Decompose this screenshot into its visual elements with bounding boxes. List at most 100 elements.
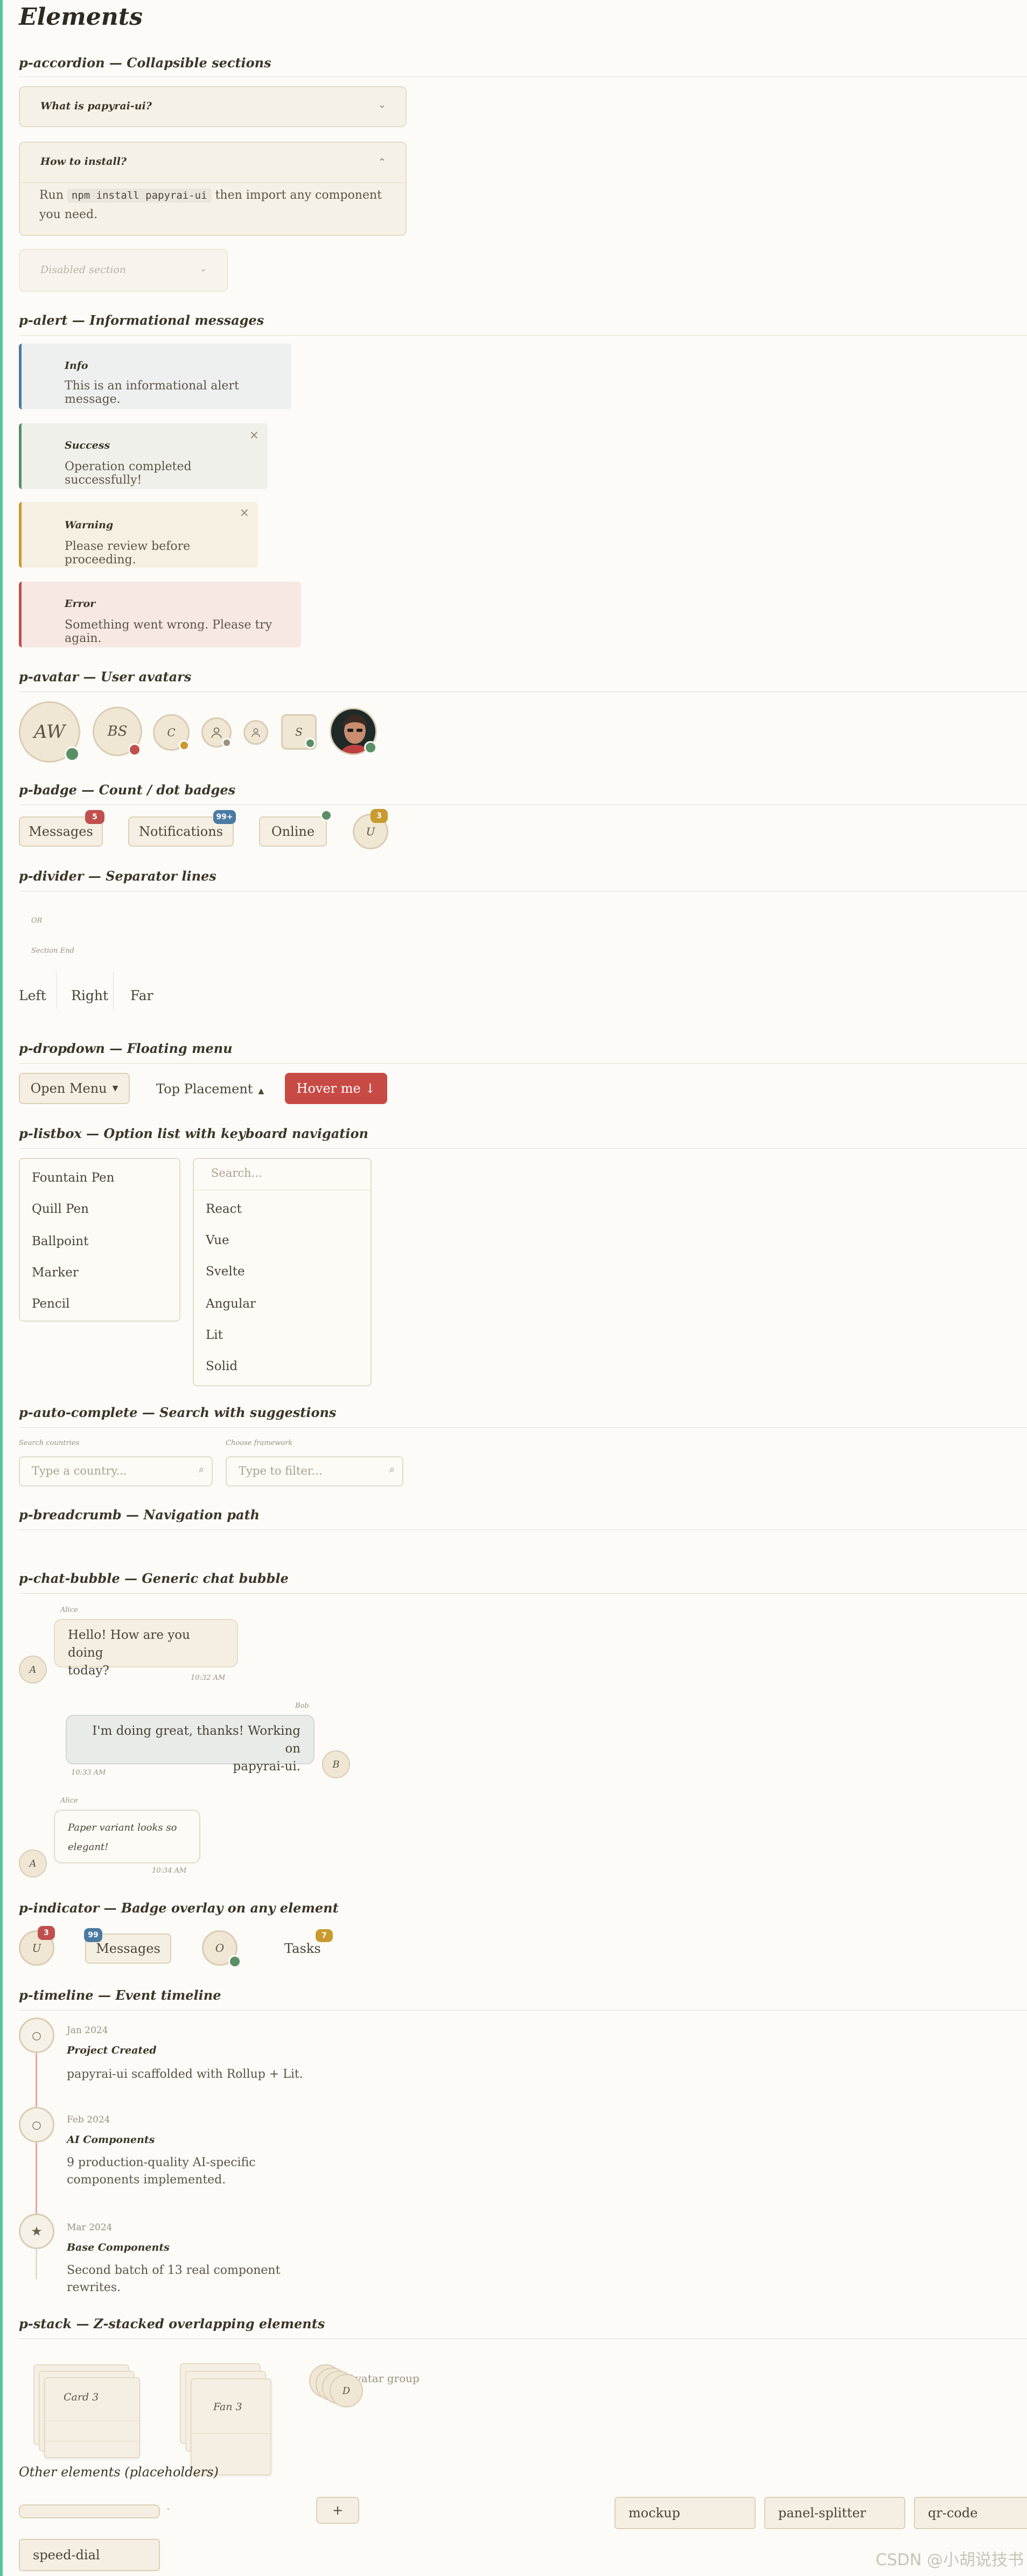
chat-bubble-received: Hello! How are you doing today? [54, 1619, 238, 1678]
count-badge: 3 [371, 809, 388, 823]
section-divider [19, 335, 1027, 336]
timeline-description: papyrai-ui scaffolded with Rollup + Lit. [67, 2068, 303, 2081]
list-item[interactable]: Ballpoint [32, 1234, 88, 1248]
chevron-up-icon: ⌃ [378, 157, 386, 168]
status-dot [65, 746, 80, 762]
list-item[interactable]: Svelte [206, 1265, 245, 1279]
search-icon: ⌕ [198, 1464, 204, 1475]
alert-error: Error Something went wrong. Please try a… [19, 582, 301, 647]
list-item[interactable]: Lit [206, 1328, 223, 1342]
accordion-body: Run npm install papyrai-ui then import a… [39, 186, 395, 225]
chat-avatar: A [19, 1656, 47, 1684]
alert-heading: p-alert — Informational messages [19, 312, 264, 328]
divider-section-end-label: Section End [31, 947, 74, 955]
list-item[interactable]: React [206, 1202, 242, 1216]
alert-message: Please review before proceeding. [65, 540, 191, 567]
timeline-heading: p-timeline — Event timeline [19, 1987, 221, 2003]
caret-up-icon: ▲ [258, 1087, 264, 1095]
alert-title: Info [65, 360, 88, 372]
dropdown-heading: p-dropdown — Floating menu [19, 1041, 233, 1056]
accordion-item-collapsed[interactable]: What is papyrai-ui? ⌄ [19, 86, 407, 127]
section-divider [19, 76, 1027, 77]
watermark: CSDN @小胡说技书 [875, 2551, 1024, 2570]
avatar-xs [243, 720, 268, 745]
country-search-input[interactable]: Type a country... ⌕ [19, 1456, 213, 1486]
chat-timestamp: 10:34 AM [152, 1867, 187, 1875]
alert-success: Success Operation completed successfully… [19, 423, 268, 489]
stack-card-3: Card 3 [44, 2377, 140, 2458]
timeline-description: Second batch of 13 real component rewrite… [67, 2264, 281, 2294]
dash-label: - [167, 2503, 170, 2514]
listbox-search-input[interactable]: Search... [194, 1159, 371, 1190]
list-item[interactable]: Angular [206, 1297, 256, 1311]
status-dot [179, 740, 190, 751]
list-item[interactable]: Marker [32, 1266, 79, 1280]
hover-menu-button[interactable]: Hover me ↓ [285, 1073, 387, 1104]
list-item[interactable]: Quill Pen [32, 1202, 89, 1216]
accordion-item-disabled: Disabled section ⌄ [19, 249, 228, 292]
section-divider [19, 1148, 1027, 1149]
fan-card-label: Fan 3 [213, 2401, 242, 2413]
divider-heading: p-divider — Separator lines [19, 868, 216, 884]
chat-timestamp: 10:33 AM [71, 1769, 106, 1777]
mockup-placeholder: mockup [614, 2497, 756, 2529]
chat-avatar: A [19, 1849, 47, 1877]
alert-message: Operation completed successfully! [65, 460, 192, 487]
caret-down-icon: ▼ [112, 1084, 118, 1093]
alert-message: Something went wrong. Please try again. [65, 618, 273, 645]
alert-info: Info This is an informational alert mess… [19, 344, 291, 409]
accordion-item-title: What is papyrai-ui? [40, 100, 152, 112]
framework-search-input[interactable]: Type to filter... ⌕ [226, 1456, 403, 1486]
status-dot [228, 1955, 241, 1968]
accordion-body-pre: Run [39, 189, 64, 202]
accordion-item-title: Disabled section [40, 264, 127, 276]
alert-title: Error [65, 598, 96, 610]
list-item[interactable]: Fountain Pen [32, 1171, 114, 1185]
timeline-description: 9 production-quality AI-specific componen… [67, 2156, 256, 2187]
alert-warning: Warning Please review before proceeding.… [19, 502, 258, 568]
online-button[interactable]: Online [259, 816, 327, 847]
accordion-body-post: then import any component [215, 189, 382, 202]
open-menu-button[interactable]: Open Menu ▼ [19, 1073, 130, 1104]
close-icon[interactable]: × [249, 429, 259, 442]
timeline-title: Project Created [67, 2044, 157, 2056]
stack-card-label: Card 3 [64, 2391, 99, 2403]
section-divider [19, 1063, 1027, 1064]
timeline-date: Feb 2024 [67, 2114, 110, 2125]
accordion-item-expanded[interactable]: How to install? ⌃ Run npm install papyra… [19, 142, 407, 236]
list-item[interactable]: Solid [206, 1359, 237, 1373]
qr-code-placeholder: qr-code [914, 2497, 1027, 2529]
chat-heading: p-chat-bubble — Generic chat bubble [19, 1570, 289, 1586]
list-item[interactable]: Pencil [32, 1297, 69, 1311]
timeline-marker: ○ [19, 2017, 54, 2053]
chat-sender: Bob [295, 1702, 309, 1710]
divider-inline-far: Far [130, 988, 153, 1003]
alert-title: Warning [65, 519, 114, 531]
divider-or-label: OR [31, 917, 43, 925]
progress-placeholder [19, 2504, 160, 2518]
count-badge: 5 [85, 810, 104, 824]
divider-inline-right: Right [71, 988, 108, 1003]
user-icon [251, 728, 261, 737]
count-badge: 99+ [213, 810, 236, 824]
close-icon[interactable]: × [240, 506, 249, 520]
accordion-heading: p-accordion — Collapsible sections [19, 55, 271, 71]
other-heading: Other elements (placeholders) [19, 2465, 219, 2480]
card-line [192, 2433, 270, 2434]
search-icon: ⌕ [389, 1464, 395, 1475]
status-dot [128, 743, 141, 756]
vertical-divider [113, 972, 114, 1009]
chat-avatar: B [322, 1750, 350, 1778]
timeline-title: Base Components [67, 2242, 170, 2253]
listbox-pens: Fountain Pen Quill Pen Ballpoint Marker … [19, 1158, 180, 1322]
list-item[interactable]: Vue [206, 1233, 229, 1247]
plus-button[interactable]: + [316, 2497, 359, 2524]
accordion-body-line2: you need. [39, 208, 98, 221]
count-badge: 3 [38, 1926, 55, 1940]
count-badge: 7 [316, 1929, 333, 1942]
timeline-date: Jan 2024 [67, 2025, 108, 2036]
timeline-marker-star: ★ [19, 2214, 54, 2249]
chat-sender: Alice [60, 1606, 78, 1614]
field-label: Search countries [19, 1439, 80, 1447]
top-placement-button[interactable]: Top Placement ▲ [156, 1081, 264, 1097]
